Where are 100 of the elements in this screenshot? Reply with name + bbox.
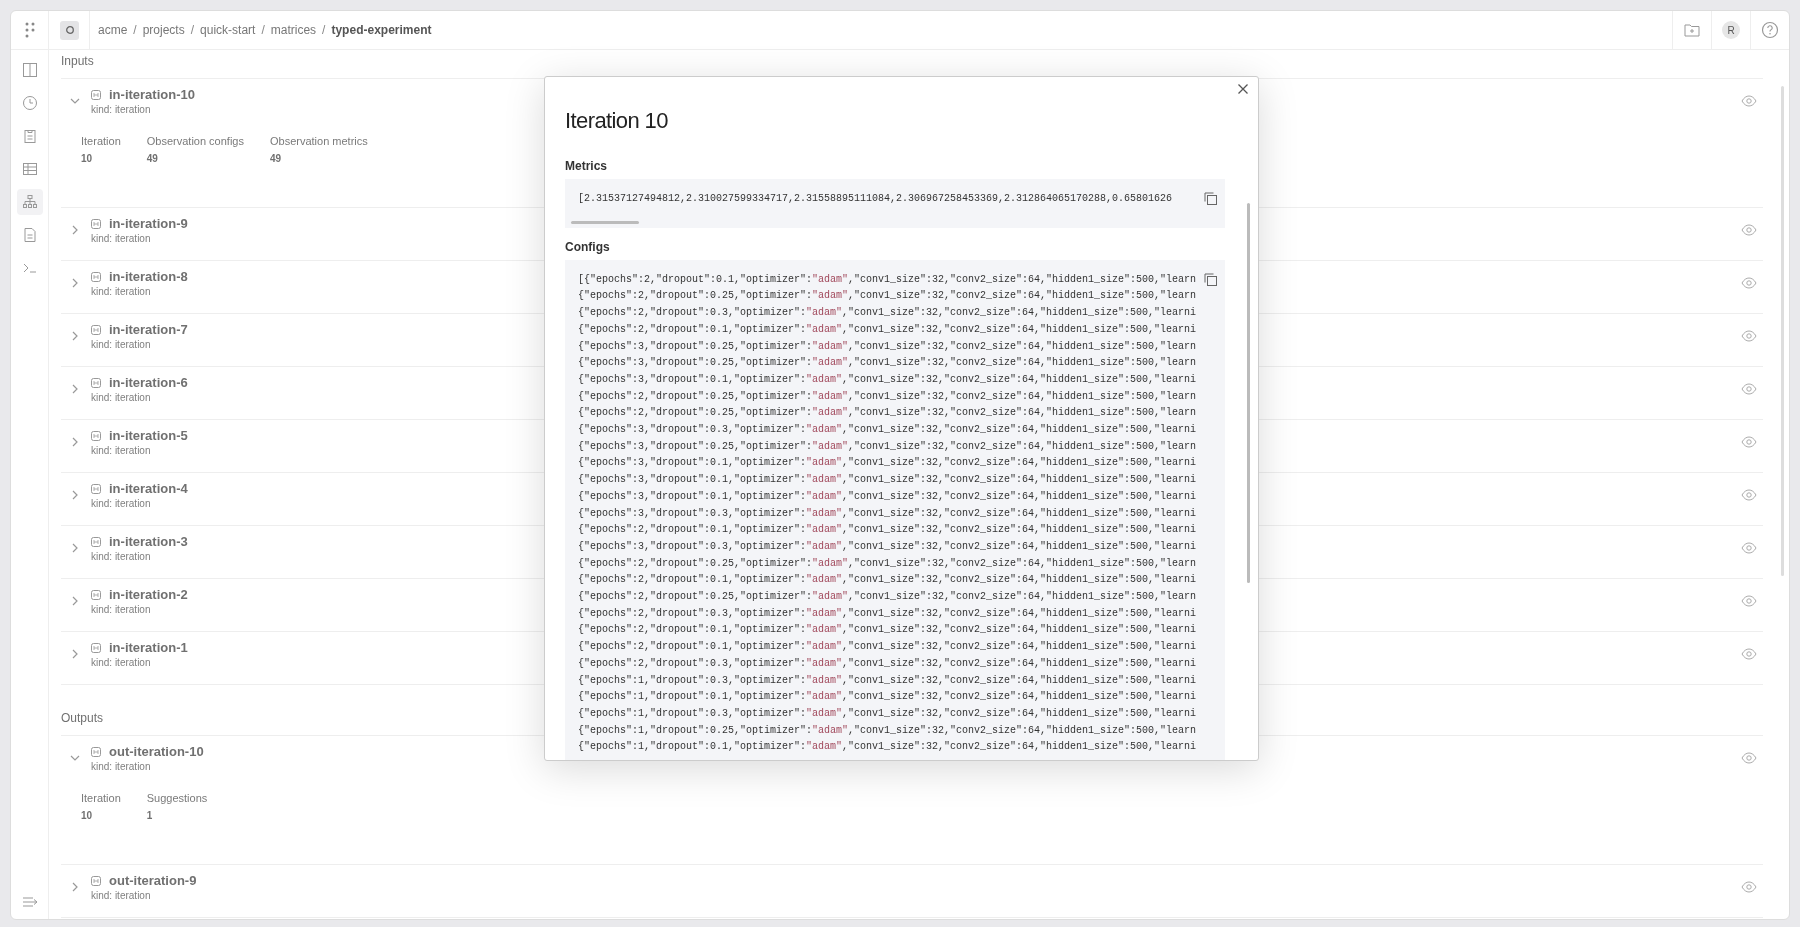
scrollbar-thumb[interactable] [571,220,639,224]
item-name[interactable]: in-iteration-2 [109,587,188,602]
matrix-icon [91,89,101,100]
code-line: {"epochs":3,"dropout":0.1,"optimizer":"adam","conv1_size":32,"conv2_size":64,"hidden1_size":500,"learni [578,489,1197,504]
columns-icon[interactable] [21,62,38,78]
detail-value: 10 [81,810,94,821]
detail-value: 49 [269,153,283,164]
logo-icon[interactable] [60,20,79,40]
item-kind: kind: iteration [91,233,152,244]
code-line: {"epochs":3,"dropout":0.25,"optimizer":"adam","conv1_size":32,"conv2_size":64,"hidden1_size":500,"learn [578,339,1197,354]
matrix-icon [91,536,101,547]
item-kind: kind: iteration [91,604,152,615]
close-icon[interactable] [1237,83,1249,95]
code-line: {"epochs":3,"dropout":0.1,"optimizer":"adam","conv1_size":32,"conv2_size":64,"hidden1_size":500,"learni [578,456,1197,471]
matrix-icon [91,589,101,600]
matrix-icon [91,377,101,388]
eye-icon[interactable] [1741,95,1757,107]
breadcrumb-separator: / [261,23,265,37]
breadcrumb-separator: / [322,23,326,37]
code-line: {"epochs":3,"dropout":0.1,"optimizer":"adam","conv1_size":32,"conv2_size":64,"hidden1_size":500,"learni [578,473,1197,488]
clipboard-icon[interactable] [21,128,38,144]
item-name[interactable]: in-iteration-7 [109,322,188,337]
matrix-icon [91,642,101,653]
matrix-icon [91,271,101,282]
copy-icon[interactable] [1204,192,1217,205]
item-kind: kind: iteration [91,392,152,403]
code-line: {"epochs":2,"dropout":0.25,"optimizer":"adam","conv1_size":32,"conv2_size":64,"hidden1_size":500,"learn [578,289,1197,304]
item-kind: kind: iteration [91,286,152,297]
code-line: {"epochs":2,"dropout":0.25,"optimizer":"adam","conv1_size":32,"conv2_size":64,"hidden1_size":500,"learn [578,406,1197,421]
eye-icon[interactable] [1741,383,1757,395]
item-name[interactable]: in-iteration-8 [109,269,188,284]
item-name[interactable]: in-iteration-10 [109,87,195,102]
eye-icon[interactable] [1741,542,1757,554]
eye-icon[interactable] [1741,881,1757,893]
code-line: {"epochs":2,"dropout":0.25,"optimizer":"adam","conv1_size":32,"conv2_size":64,"hidden1_size":500,"learn [578,389,1197,404]
eye-icon[interactable] [1741,277,1757,289]
item-kind: kind: iteration [91,761,152,772]
help-icon[interactable] [1761,21,1779,39]
table-icon[interactable] [21,161,38,177]
code-line: {"epochs":2,"dropout":0.25,"optimizer":"adam","conv1_size":32,"conv2_size":64,"hidden1_size":500,"learn [578,590,1197,605]
eye-icon[interactable] [1741,330,1757,342]
code-line: [2.31537127494812,2.310027599334717,2.31558895111084,2.306967258453369,2.312864065170288,0.65801626 [578,192,1173,206]
breadcrumb-link[interactable]: typed-experiment [331,23,432,37]
item-kind: kind: iteration [91,657,152,668]
breadcrumb-link[interactable]: acme [98,23,128,37]
breadcrumb-separator: / [133,23,137,37]
section-label: Configs [565,239,611,254]
item-kind: kind: iteration [91,339,152,350]
item-kind: kind: iteration [91,551,152,562]
code-line: {"epochs":2,"dropout":0.1,"optimizer":"adam","conv1_size":32,"conv2_size":64,"hidden1_size":500,"learni [578,322,1197,337]
code-line: [{"epochs":2,"dropout":0.1,"optimizer":"adam","conv1_size":32,"conv2_size":64,"hidden1_size":500,"learn [578,272,1197,287]
code-line: {"epochs":3,"dropout":0.25,"optimizer":"adam","conv1_size":32,"conv2_size":64,"hidden1_size":500,"learn [578,356,1197,371]
code-line: {"epochs":2,"dropout":0.1,"optimizer":"adam","conv1_size":32,"conv2_size":64,"hidden1_size":500,"learni [578,623,1197,638]
code-line: {"epochs":2,"dropout":0.3,"optimizer":"adam","conv1_size":32,"conv2_size":64,"hidden1_size":500,"learni [578,306,1197,321]
clock-icon[interactable] [21,95,38,111]
item-name[interactable]: in-iteration-6 [109,375,188,390]
eye-icon[interactable] [1741,648,1757,660]
detail-label: Iteration [81,135,121,147]
item-name[interactable]: in-iteration-1 [109,640,188,655]
code-line: {"epochs":2,"dropout":0.1,"optimizer":"adam","conv1_size":32,"conv2_size":64,"hidden1_size":500,"learni [578,523,1197,538]
code-line: {"epochs":3,"dropout":0.3,"optimizer":"adam","conv1_size":32,"conv2_size":64,"hidden1_size":500,"learni [578,423,1197,438]
code-line: {"epochs":3,"dropout":0.25,"optimizer":"adam","conv1_size":32,"conv2_size":64,"hidden1_size":500,"learn [578,439,1197,454]
detail-label: Observation metrics [269,135,368,147]
scrollbar[interactable] [1781,86,1784,576]
code-line: {"epochs":1,"dropout":0.3,"optimizer":"adam","conv1_size":32,"conv2_size":64,"hidden1_size":500,"learni [578,707,1197,721]
code-line: {"epochs":3,"dropout":0.3,"optimizer":"adam","conv1_size":32,"conv2_size":64,"hidden1_size":500,"learni [578,506,1197,521]
user-avatar[interactable]: R [1722,21,1740,39]
detail-label: Observation configs [146,135,244,147]
detail-label: Iteration [81,792,121,804]
item-name[interactable]: in-iteration-9 [109,216,188,231]
folder-plus-icon[interactable] [1684,23,1700,37]
code-line: {"epochs":1,"dropout":0.1,"optimizer":"adam","conv1_size":32,"conv2_size":64,"hidden1_size":500,"learni [578,690,1197,705]
matrix-icon [91,430,101,441]
code-line: {"epochs":2,"dropout":0.25,"optimizer":"adam","conv1_size":32,"conv2_size":64,"hidden1_size":500,"learn [578,556,1197,571]
matrix-icon [91,875,101,886]
item-name[interactable]: in-iteration-5 [109,428,188,443]
hierarchy-icon[interactable] [16,189,43,215]
apps-grid-icon[interactable] [24,22,35,38]
code-line: {"epochs":2,"dropout":0.3,"optimizer":"adam","conv1_size":32,"conv2_size":64,"hidden1_size":500,"learni [578,656,1197,671]
item-kind: kind: iteration [91,890,152,901]
document-icon[interactable] [21,227,38,243]
detail-value: 10 [81,153,94,164]
item-name[interactable]: out-iteration-10 [109,744,204,759]
copy-icon[interactable] [1204,272,1217,286]
eye-icon[interactable] [1741,489,1757,501]
item-name[interactable]: out-iteration-9 [109,873,197,888]
item-name[interactable]: in-iteration-4 [109,481,188,496]
matrix-icon [91,218,101,229]
eye-icon[interactable] [1741,224,1757,236]
breadcrumb-link[interactable]: projects [142,23,185,37]
eye-icon[interactable] [1741,595,1757,607]
breadcrumb-link[interactable]: quick-start [200,23,256,37]
item-name[interactable]: in-iteration-3 [109,534,188,549]
breadcrumb-separator: / [190,23,195,37]
breadcrumb-link[interactable]: matrices [270,23,317,37]
scrollbar-thumb[interactable] [1247,203,1250,583]
eye-icon[interactable] [1741,436,1757,448]
collapse-icon[interactable] [21,895,38,909]
eye-icon[interactable] [1741,752,1757,764]
code-line: {"epochs":3,"dropout":0.1,"optimizer":"adam","conv1_size":32,"conv2_size":64,"hidden1_size":500,"learni [578,372,1197,387]
